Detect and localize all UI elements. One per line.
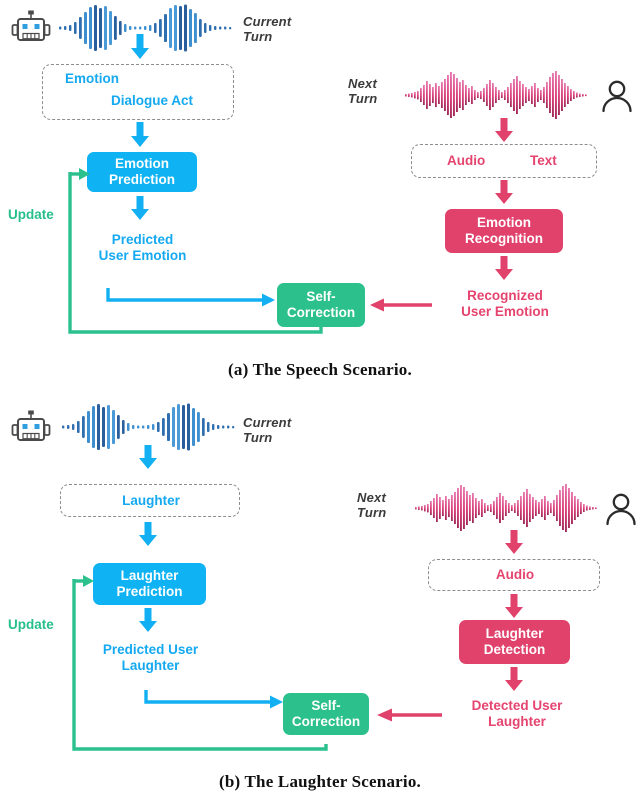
- robot-icon: [10, 10, 52, 50]
- output-recognized-user-emotion: Recognized User Emotion: [435, 288, 575, 320]
- next-turn-a-line2: Turn: [348, 91, 378, 106]
- dashed-box-emotion-dialogue-act: Emotion Dialogue Act: [42, 64, 234, 120]
- module-emotion-recognition-line2: Recognition: [465, 231, 543, 246]
- recognized-user-emotion-line2: User Emotion: [461, 304, 549, 319]
- dashed-box-audio-b: Audio: [428, 559, 600, 591]
- arrow-wave-to-dashed-a: [128, 34, 152, 60]
- module-laughter-detection-line2: Detection: [483, 642, 546, 657]
- arrow-wave-to-dashed-pink-a: [492, 118, 516, 144]
- current-turn-b-line2: Turn: [243, 430, 273, 445]
- dashed-label-audio-a: Audio: [447, 153, 486, 168]
- arrow-wave-to-dashed-pink-b: [502, 530, 526, 556]
- next-turn-b-line2: Turn: [357, 505, 387, 520]
- arrow-wave-to-dashed-b: [136, 445, 160, 471]
- recognized-user-emotion-line1: Recognized: [467, 288, 543, 303]
- current-turn-label: Current Turn: [243, 14, 313, 44]
- dashed-label-audio-b: Audio: [495, 567, 535, 582]
- dashed-box-audio-text: Audio Text: [411, 144, 597, 178]
- output-detected-user-laughter: Detected User Laughter: [447, 698, 587, 730]
- arrow-detected-to-self-correction-b: [374, 707, 444, 723]
- blue-waveform-b: [60, 403, 240, 451]
- update-loop-path-b: [16, 567, 346, 757]
- module-emotion-recognition-line1: Emotion: [477, 215, 531, 230]
- dashed-label-laughter: Laughter: [122, 493, 180, 508]
- pink-waveform-b: [414, 483, 604, 533]
- module-emotion-recognition[interactable]: Emotion Recognition: [445, 209, 563, 253]
- arrow-recognized-to-self-correction-a: [368, 297, 434, 313]
- person-icon-b: [604, 491, 638, 529]
- current-turn-line2: Turn: [243, 29, 273, 44]
- panel-speech-scenario: Current Turn Emotion Dialogue Act Emotio…: [0, 0, 640, 395]
- caption-panel-b: (b) The Laughter Scenario.: [219, 772, 421, 791]
- current-turn-label-b: Current Turn: [243, 415, 313, 445]
- arrow-module-to-output-pink-b: [502, 667, 526, 693]
- update-loop-path-a: [16, 160, 336, 340]
- arrow-module-to-output-pink-a: [492, 256, 516, 282]
- next-turn-label-b: Next Turn: [357, 490, 417, 520]
- module-laughter-detection-line1: Laughter: [485, 626, 544, 641]
- dashed-box-laughter: Laughter: [60, 484, 240, 517]
- pink-waveform-a: [404, 70, 594, 120]
- dashed-label-dialogue-act: Dialogue Act: [111, 93, 194, 108]
- robot-icon-b: [10, 410, 52, 450]
- update-label-a: Update: [8, 207, 54, 222]
- arrow-dashed-to-module-b: [136, 522, 160, 548]
- arrow-dashed-to-module-a: [128, 122, 152, 148]
- person-icon-a: [600, 78, 634, 116]
- arrow-dashed-to-module-pink-a: [492, 180, 516, 206]
- detected-user-laughter-line1: Detected User: [471, 698, 563, 713]
- detected-user-laughter-line2: Laughter: [488, 714, 546, 729]
- caption-panel-a: (a) The Speech Scenario.: [228, 360, 412, 379]
- next-turn-b-line1: Next: [357, 490, 386, 505]
- dashed-label-text-a: Text: [530, 153, 557, 168]
- current-turn-b-line1: Current: [243, 415, 292, 430]
- update-label-b: Update: [8, 617, 54, 632]
- next-turn-a-line1: Next: [348, 76, 377, 91]
- module-laughter-detection[interactable]: Laughter Detection: [459, 620, 570, 664]
- current-turn-line1: Current: [243, 14, 292, 29]
- panel-laughter-scenario: Current Turn Laughter Laughter Predictio…: [0, 395, 640, 802]
- next-turn-label-a: Next Turn: [348, 76, 408, 106]
- dashed-label-emotion: Emotion: [65, 71, 119, 86]
- arrow-dashed-to-module-pink-b: [502, 594, 526, 620]
